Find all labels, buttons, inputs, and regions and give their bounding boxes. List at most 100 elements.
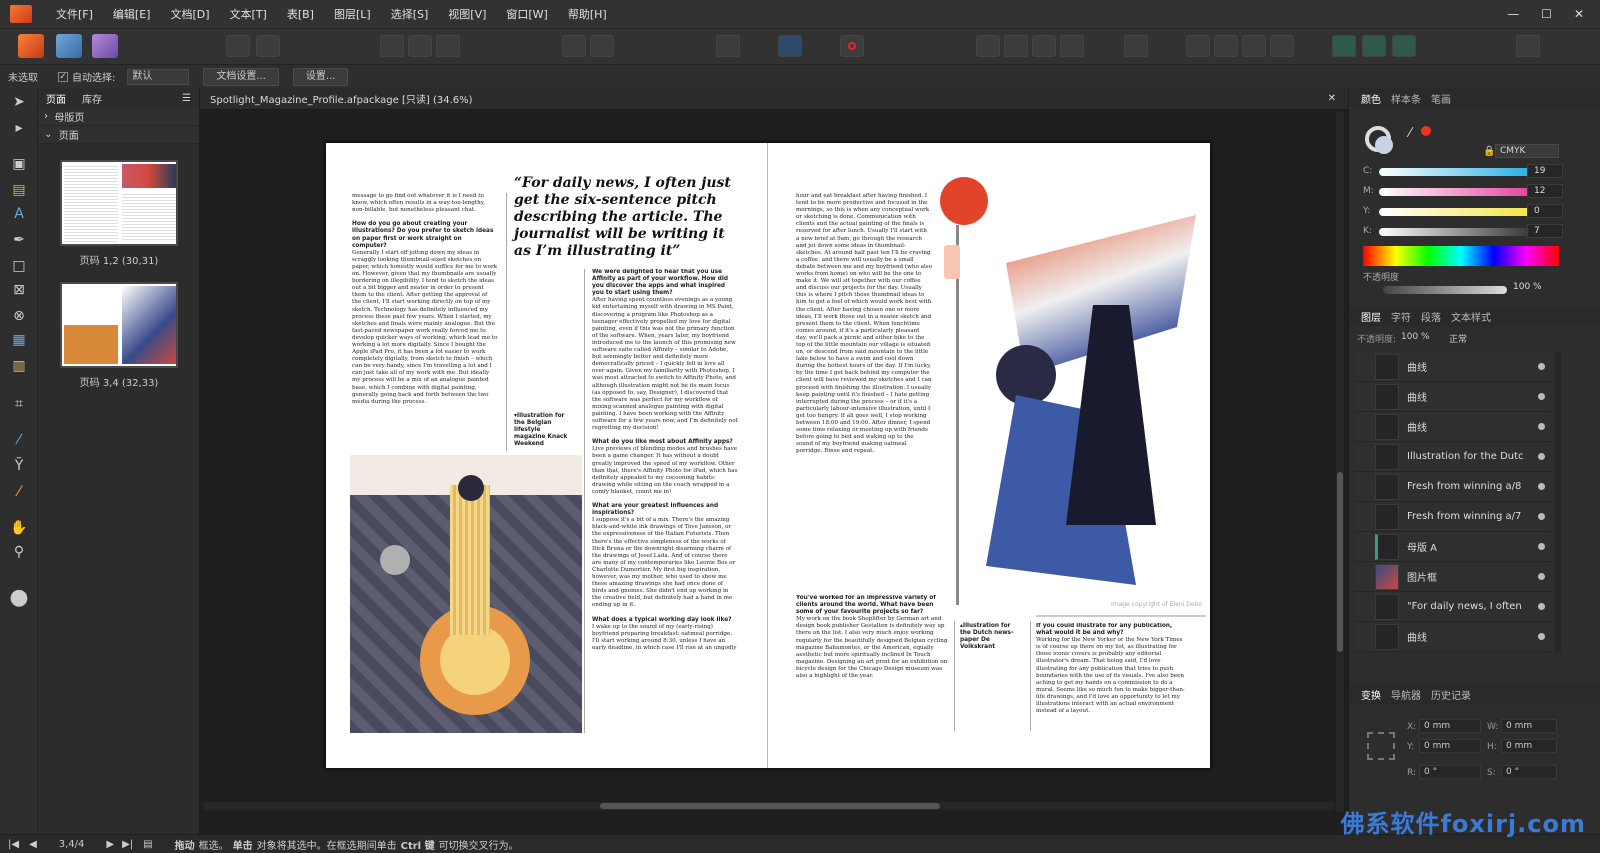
- next-page-icon[interactable]: ▶: [106, 839, 114, 850]
- place-image-tool-icon[interactable]: ▦: [9, 330, 29, 350]
- arrange-forward-icon[interactable]: [1004, 35, 1028, 57]
- first-page-icon[interactable]: |◀: [8, 839, 19, 850]
- layer-row[interactable]: "For daily news, I often: [1355, 592, 1551, 622]
- layer-row[interactable]: 曲线: [1355, 412, 1551, 442]
- color-spectrum[interactable]: [1363, 246, 1559, 266]
- visibility-icon[interactable]: [1538, 573, 1545, 580]
- view-mode-clip-icon[interactable]: [436, 35, 460, 57]
- w-field[interactable]: 0 mm: [1501, 719, 1557, 733]
- prev-page-icon[interactable]: ◀: [29, 839, 37, 850]
- snap-icon[interactable]: [590, 35, 614, 57]
- hand-tool-icon[interactable]: ✋: [9, 518, 29, 538]
- opacity-slider[interactable]: [1383, 286, 1507, 294]
- cyan-value[interactable]: 19: [1527, 164, 1563, 178]
- menu-file[interactable]: 文件[F]: [46, 6, 103, 22]
- color-picker-tool-icon[interactable]: ⁄: [9, 482, 29, 502]
- preflight-icon[interactable]: [226, 35, 250, 57]
- rectangle-tool-icon[interactable]: □: [9, 256, 29, 276]
- tab-stroke[interactable]: 笔画: [1431, 91, 1451, 106]
- document-settings-button[interactable]: 文档设置...: [203, 67, 279, 86]
- close-icon[interactable]: ✕: [1328, 93, 1336, 104]
- layer-row[interactable]: 曲线: [1355, 622, 1551, 652]
- document-tab[interactable]: Spotlight_Magazine_Profile.afpackage [只读…: [200, 88, 1348, 110]
- zoom-tool-icon[interactable]: ⚲: [9, 542, 29, 562]
- page-thumbnail-3-4[interactable]: [60, 282, 178, 368]
- text-frame-icon[interactable]: [778, 35, 802, 57]
- artistic-text-tool-icon[interactable]: A: [9, 204, 29, 224]
- layer-row[interactable]: 母版 A: [1355, 532, 1551, 562]
- menu-table[interactable]: 表[B]: [277, 6, 324, 22]
- menu-document[interactable]: 文档[D]: [160, 6, 219, 22]
- close-window-button[interactable]: ✕: [1574, 7, 1584, 21]
- node-tool-icon[interactable]: ▸: [9, 118, 29, 138]
- insert-column-icon[interactable]: [1242, 35, 1266, 57]
- stroke-fill-swatch-icon[interactable]: [1365, 126, 1393, 154]
- layer-opacity-value[interactable]: 100 %: [1401, 332, 1430, 342]
- table-tool2-icon[interactable]: ▥: [9, 356, 29, 376]
- insert-table-icon[interactable]: [1186, 35, 1210, 57]
- tab-navigator[interactable]: 导航器: [1391, 687, 1421, 702]
- table-tool-icon[interactable]: ▤: [9, 180, 29, 200]
- tab-text-styles[interactable]: 文本样式: [1451, 309, 1491, 324]
- layer-row[interactable]: 曲线: [1355, 352, 1551, 382]
- preview-eye-icon[interactable]: [716, 35, 740, 57]
- eyedropper-icon[interactable]: ⁄: [1409, 126, 1411, 141]
- last-page-icon[interactable]: ▶|: [122, 839, 133, 850]
- page-spread[interactable]: message to go find out whatever it is I …: [326, 143, 1210, 768]
- boolean-subtract-icon[interactable]: [1362, 35, 1386, 57]
- shear-field[interactable]: 0 °: [1501, 765, 1557, 779]
- tab-stock[interactable]: 库存: [74, 91, 110, 106]
- layer-row[interactable]: Fresh from winning a/8: [1355, 472, 1551, 502]
- magenta-value[interactable]: 12: [1527, 184, 1563, 198]
- arrange-front-icon[interactable]: [976, 35, 1000, 57]
- visibility-icon[interactable]: [1538, 543, 1545, 550]
- snapping-magnet-icon[interactable]: [840, 35, 864, 57]
- page-thumbnail-1-2[interactable]: [60, 160, 178, 246]
- menu-select[interactable]: 选择[S]: [381, 6, 439, 22]
- layer-row[interactable]: 曲线: [1355, 382, 1551, 412]
- view-mode-bleed-icon[interactable]: [408, 35, 432, 57]
- boolean-add-icon[interactable]: [1332, 35, 1356, 57]
- visibility-icon[interactable]: [1538, 483, 1545, 490]
- lock-icon[interactable]: 🔒: [1483, 146, 1495, 157]
- yellow-value[interactable]: 0: [1527, 204, 1563, 218]
- publisher-persona-icon[interactable]: [18, 34, 44, 58]
- auto-select-dropdown[interactable]: 默认: [127, 68, 190, 85]
- visibility-icon[interactable]: [1538, 513, 1545, 520]
- page-options-icon[interactable]: ▤: [143, 839, 152, 850]
- tab-character[interactable]: 字符: [1391, 309, 1411, 324]
- vertical-scrollbar[interactable]: [1336, 112, 1344, 812]
- key-value[interactable]: 7: [1527, 224, 1563, 238]
- photo-persona-icon[interactable]: [92, 34, 118, 58]
- y-field[interactable]: 0 mm: [1419, 739, 1481, 753]
- horizontal-scrollbar[interactable]: [204, 802, 1334, 810]
- crop-tool-icon[interactable]: ⌗: [9, 394, 29, 414]
- menu-view[interactable]: 视图[V]: [438, 6, 496, 22]
- arrange-backward-icon[interactable]: [1032, 35, 1056, 57]
- color-swatch-icon[interactable]: ●: [9, 587, 29, 609]
- pen-tool-icon[interactable]: ✒: [9, 230, 29, 250]
- visibility-icon[interactable]: [1538, 453, 1545, 460]
- visibility-icon[interactable]: [1538, 393, 1545, 400]
- master-pages-row[interactable]: › 母版页: [38, 108, 199, 126]
- settings-button[interactable]: 设置...: [292, 67, 349, 86]
- visibility-icon[interactable]: [1538, 603, 1545, 610]
- auto-select-checkbox[interactable]: ✓: [58, 71, 68, 82]
- boolean-intersect-icon[interactable]: [1392, 35, 1416, 57]
- account-user-icon[interactable]: [1516, 35, 1540, 57]
- pin-icon[interactable]: [562, 35, 586, 57]
- ellipse-frame-tool-icon[interactable]: ⊗: [9, 306, 29, 326]
- visibility-icon[interactable]: [1538, 363, 1545, 370]
- arrange-back-icon[interactable]: [1060, 35, 1084, 57]
- picture-frame-tool-icon[interactable]: ⊠: [9, 280, 29, 300]
- tab-transform[interactable]: 变换: [1361, 687, 1381, 702]
- anchor-selector-icon[interactable]: [1367, 732, 1395, 760]
- transparency-tool-icon[interactable]: Ỹ: [9, 456, 29, 476]
- menu-window[interactable]: 窗口[W]: [496, 6, 557, 22]
- blend-mode-dropdown[interactable]: 正常: [1449, 332, 1467, 345]
- visibility-icon[interactable]: [1538, 633, 1545, 640]
- h-field[interactable]: 0 mm: [1501, 739, 1557, 753]
- gear-icon[interactable]: [256, 35, 280, 57]
- view-mode-normal-icon[interactable]: [380, 35, 404, 57]
- tab-history[interactable]: 历史记录: [1431, 687, 1471, 702]
